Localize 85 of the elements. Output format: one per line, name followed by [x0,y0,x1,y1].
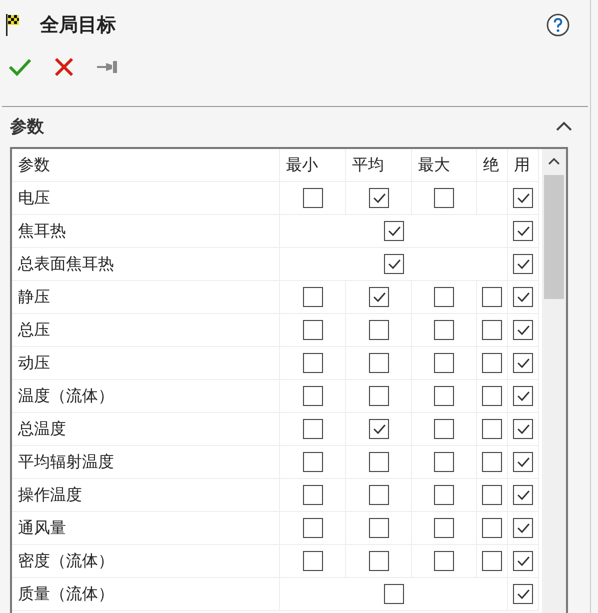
checkbox[interactable] [482,419,502,439]
checkered-flag-icon [6,14,20,36]
parameter-name: 总表面焦耳热 [12,248,280,281]
checkbox[interactable] [302,452,322,472]
checkbox[interactable] [368,386,388,406]
checkbox[interactable] [434,518,454,538]
checkbox[interactable] [434,287,454,307]
checkbox[interactable] [513,188,533,208]
checkbox[interactable] [302,518,322,538]
checkbox[interactable] [513,353,533,373]
checkbox[interactable] [368,287,388,307]
close-icon[interactable] [54,57,74,77]
checkbox[interactable] [513,287,533,307]
parameter-name: 密度（流体） [12,545,280,578]
checkbox[interactable] [302,485,322,505]
checkbox[interactable] [434,419,454,439]
parameter-name: 质量（流体） [12,578,280,611]
checkbox[interactable] [482,353,502,373]
checkbox[interactable] [434,320,454,340]
checkbox[interactable] [302,551,322,571]
checkbox[interactable] [384,254,404,274]
checkbox[interactable] [513,386,533,406]
parameter-name: 电压 [12,182,280,215]
parameter-name: 总温度 [12,413,280,446]
chevron-icon[interactable] [556,121,572,131]
checkbox[interactable] [302,287,322,307]
checkbox[interactable] [434,452,454,472]
checkbox[interactable] [513,320,533,340]
checkbox[interactable] [513,419,533,439]
checkbox[interactable] [482,551,502,571]
checkbox[interactable] [302,353,322,373]
panel-title: 全局目标 [40,13,117,38]
ok-icon[interactable] [8,57,32,77]
checkbox[interactable] [368,188,388,208]
checkbox[interactable] [434,188,454,208]
scroll-up-icon[interactable] [548,157,560,165]
checkbox[interactable] [513,221,533,241]
checkbox[interactable] [513,485,533,505]
scrollbar-thumb[interactable] [544,175,564,299]
column-header: 平均 [346,149,412,182]
parameter-name: 焦耳热 [12,215,280,248]
checkbox[interactable] [368,518,388,538]
checkbox[interactable] [434,353,454,373]
checkbox[interactable] [482,452,502,472]
parameter-name: 静压 [12,281,280,314]
checkbox[interactable] [434,551,454,571]
checkbox[interactable] [302,320,322,340]
checkbox[interactable] [368,419,388,439]
checkbox[interactable] [513,518,533,538]
help-icon[interactable] [546,13,570,37]
pin-icon[interactable] [96,59,120,75]
checkbox[interactable] [482,386,502,406]
parameter-name: 总压 [12,314,280,347]
scrollbar-track[interactable] [542,149,566,613]
checkbox[interactable] [513,254,533,274]
checkbox[interactable] [368,320,388,340]
checkbox[interactable] [384,221,404,241]
checkbox[interactable] [368,353,388,373]
checkbox[interactable] [482,485,502,505]
checkbox[interactable] [302,419,322,439]
parameter-name: 平均辐射温度 [12,446,280,479]
column-header: 参数 [12,149,280,182]
checkbox[interactable] [434,485,454,505]
checkbox[interactable] [482,518,502,538]
column-header: 用 [508,149,539,182]
column-header: 最小 [280,149,346,182]
parameter-name: 动压 [12,347,280,380]
checkbox[interactable] [434,386,454,406]
checkbox[interactable] [384,584,404,604]
parameter-name: 通风量 [12,512,280,545]
checkbox[interactable] [482,320,502,340]
checkbox[interactable] [513,551,533,571]
parameter-name: 操作温度 [12,479,280,512]
checkbox[interactable] [368,452,388,472]
checkbox[interactable] [482,287,502,307]
checkbox[interactable] [368,551,388,571]
checkbox[interactable] [513,452,533,472]
column-header: 最大 [412,149,477,182]
checkbox[interactable] [513,584,533,604]
column-header: 绝 [477,149,508,182]
parameter-name: 温度（流体） [12,380,280,413]
section-title: 参数 [10,116,44,138]
checkbox[interactable] [302,188,322,208]
checkbox[interactable] [302,386,322,406]
checkbox[interactable] [368,485,388,505]
